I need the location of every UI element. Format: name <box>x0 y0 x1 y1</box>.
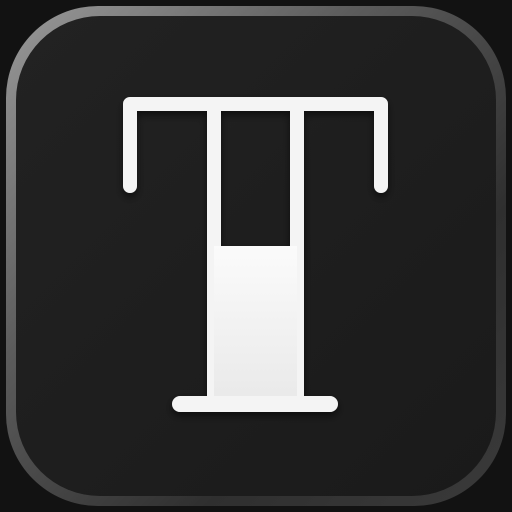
glyph-foot <box>172 396 338 412</box>
app-icon-canvas <box>0 0 512 512</box>
glyph-stem-fill <box>214 246 297 402</box>
app-icon[interactable] <box>0 0 512 512</box>
